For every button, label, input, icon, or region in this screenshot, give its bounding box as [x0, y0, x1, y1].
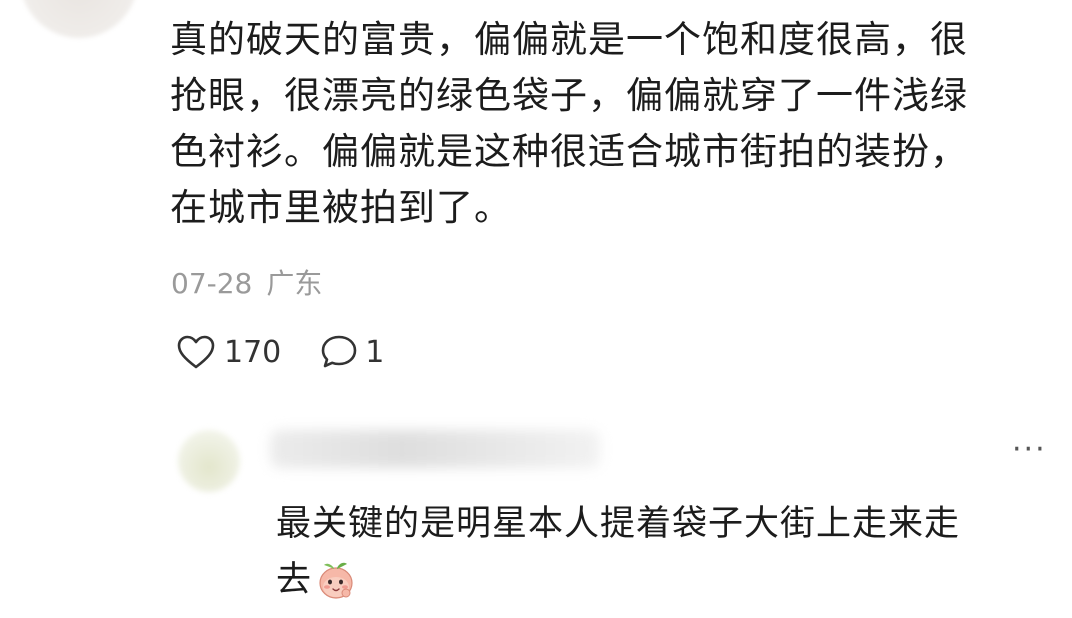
heart-outline-icon — [176, 334, 216, 370]
more-dots-icon: ··· — [1012, 432, 1047, 467]
reply-line: 去 — [276, 552, 1056, 618]
peach-face-emoji-icon — [316, 557, 356, 618]
reply-count: 1 — [365, 334, 385, 370]
more-options-button[interactable]: ··· — [1012, 435, 1047, 465]
comment-text: 真的破天的富贵，偏偏就是一个饱和度很高，很 抢眼，很漂亮的绿色袋子，偏偏就穿了一… — [170, 12, 1040, 236]
comment-line: 真的破天的富贵，偏偏就是一个饱和度很高，很 — [170, 18, 968, 61]
comment-line: 在城市里被拍到了。 — [170, 186, 512, 229]
reply-avatar[interactable] — [178, 430, 240, 492]
avatar[interactable] — [20, 0, 138, 38]
reply-text: 最关键的是明星本人提着袋子大街上走来走 去 — [276, 496, 1056, 618]
comment-location: 广东 — [266, 267, 323, 300]
comment-date: 07-28 — [171, 267, 253, 300]
reply-line: 最关键的是明星本人提着袋子大街上走来走 — [276, 504, 961, 544]
comment-meta: 07-28 广东 — [171, 262, 336, 302]
comment-line: 色衬衫。偏偏就是这种很适合城市街拍的装扮， — [170, 130, 968, 173]
reply-button[interactable]: 1 — [319, 333, 384, 371]
reply-line-text: 去 — [276, 560, 313, 600]
like-count: 170 — [224, 334, 282, 370]
reply-username-blurred[interactable] — [270, 430, 600, 468]
comment-line: 抢眼，很漂亮的绿色袋子，偏偏就穿了一件浅绿 — [170, 74, 968, 117]
comment-actions: 170 1 — [176, 333, 384, 371]
like-button[interactable]: 170 — [176, 334, 319, 370]
chat-bubble-icon — [319, 333, 359, 371]
